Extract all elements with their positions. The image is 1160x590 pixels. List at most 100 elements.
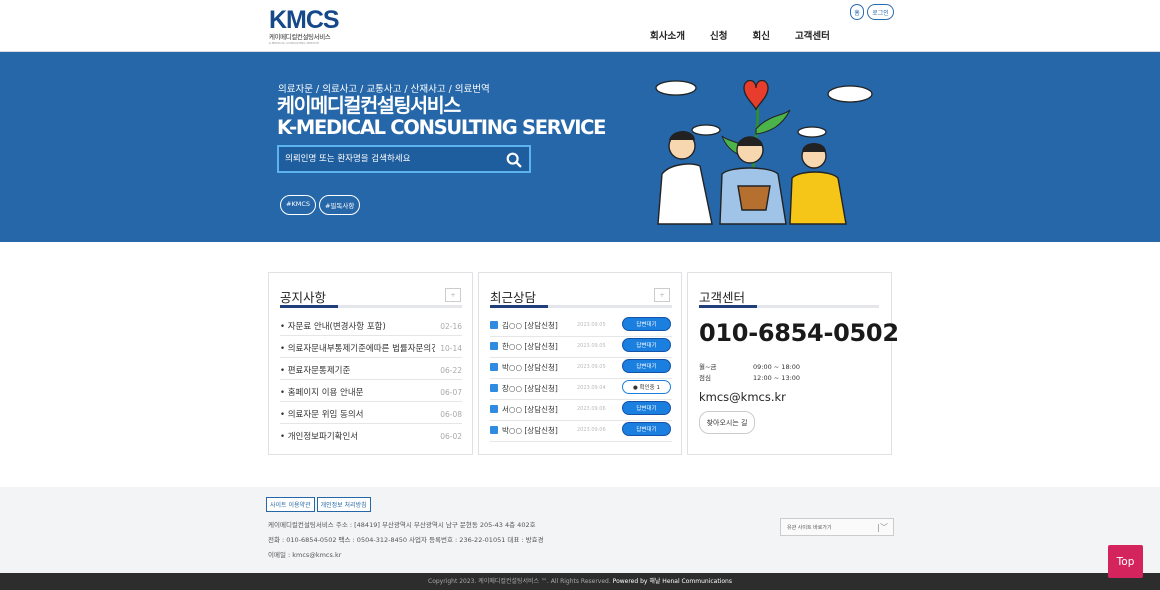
consult-status-badge: ● 확인중 1	[622, 380, 671, 394]
search-icon[interactable]	[505, 151, 523, 169]
footer-email: 이메일 : kmcs@kmcs.kr	[268, 551, 342, 559]
notice-row[interactable]: • 홈페이지 이용 안내문 06-07	[280, 380, 462, 402]
powered-by: Powered by 해날 Henal Communications	[612, 578, 732, 585]
lock-icon	[490, 405, 498, 413]
footer-info: 케이메디컬컨설팅서비스 주소 : [48419] 부산광역시 부산광역시 남구 …	[268, 518, 544, 563]
support-email[interactable]: kmcs@kmcs.kr	[699, 390, 786, 404]
consult-row[interactable]: 박○○ [상담신청] 2023.09.06 답변대기	[490, 421, 672, 442]
consult-name: 박○○ [상담신청]	[502, 426, 558, 435]
notice-row-title: • 의료자문내부통제기준에따른 법률자문의견서	[280, 344, 435, 354]
footer-links: 사이트 이용약관 개인정보 처리방침	[266, 497, 371, 512]
consult-date: 2023.09.06	[577, 427, 606, 433]
logo[interactable]: KMCS 케이메디컬컨설팅서비스 K-MEDICAL CONSULTING SE…	[269, 7, 359, 47]
search-input[interactable]	[285, 152, 485, 166]
consult-name: 장○○ [상담신청]	[502, 384, 558, 393]
notice-row-date: 02-16	[440, 322, 462, 331]
consult-row[interactable]: 서○○ [상담신청] 2023.09.06 답변대기	[490, 400, 672, 421]
notice-row-date: 06-22	[440, 366, 462, 375]
consult-status-badge: 답변대기	[622, 401, 671, 415]
consult-name: 서○○ [상담신청]	[502, 405, 558, 414]
consult-name: 김○○ [상담신청]	[502, 321, 558, 330]
login-button[interactable]: 로그인	[867, 4, 894, 20]
tag-kmcs[interactable]: #KMCS	[280, 195, 316, 215]
consult-title-underline	[490, 305, 672, 308]
consult-row[interactable]: 김○○ [상담신청] 2023.09.05 답변대기	[490, 316, 672, 337]
footer-contact: 전화 : 010-6854-0502 팩스 : 0504-312-8450 사업…	[268, 536, 544, 544]
notice-title: 공지사항	[280, 290, 327, 305]
tag-notice[interactable]: #필독사항	[318, 195, 361, 215]
consult-date: 2023.09.06	[577, 406, 606, 412]
search-box	[277, 145, 531, 173]
notice-row-date: 06-02	[440, 432, 462, 441]
notice-row[interactable]: • 의료자문 위임 동의서 06-08	[280, 402, 462, 424]
nav-apply[interactable]: 신청	[710, 28, 727, 42]
lock-icon	[490, 384, 498, 392]
support-title-underline	[699, 305, 879, 308]
consult-date: 2023.09.04	[577, 385, 606, 391]
hero-title-en: K-MEDICAL CONSULTING SERVICE	[277, 116, 607, 139]
consult-row[interactable]: 장○○ [상담신청] 2023.09.04 ● 확인중 1	[490, 379, 672, 400]
support-title: 고객센터	[699, 290, 746, 305]
hero-tags: #KMCS #필독사항	[280, 195, 361, 215]
consult-date: 2023.09.05	[577, 343, 606, 349]
logo-sub: 케이메디컬컨설팅서비스	[269, 33, 331, 41]
notice-row-title: • 의료자문 위임 동의서	[280, 410, 364, 420]
related-sites-select[interactable]: 유관 사이트 바로가기 |﹀	[780, 518, 894, 536]
consult-more-button[interactable]: +	[654, 288, 670, 302]
nav-reply[interactable]: 회신	[752, 28, 769, 42]
hero-subtitle: 의료자문 / 의료사고 / 교통사고 / 산재사고 / 의료번역	[278, 84, 490, 95]
nav-support[interactable]: 고객센터	[795, 28, 830, 42]
consult-panel: 최근상담 + 김○○ [상담신청] 2023.09.05 답변대기 한○○ [상담신…	[478, 272, 682, 455]
notice-row-title: • 자문료 안내(변경사항 포함)	[280, 322, 386, 332]
notice-row[interactable]: • 편료자문통제기준 06-22	[280, 358, 462, 380]
consult-row[interactable]: 박○○ [상담신청] 2023.09.05 답변대기	[490, 358, 672, 379]
privacy-link[interactable]: 개인정보 처리방침	[316, 497, 371, 512]
notice-row[interactable]: • 의료자문내부통제기준에따른 법률자문의견서 10-14	[280, 336, 462, 358]
consult-date: 2023.09.05	[577, 322, 606, 328]
support-hours: 월~금 09:00 ~ 18:00 점심 12:00 ~ 13:00	[699, 362, 800, 384]
hours-value-lunch: 12:00 ~ 13:00	[753, 374, 801, 382]
copyright-text: Copyright 2023. 케이메디컬컨설팅서비스 ™. All Right…	[428, 578, 613, 585]
notice-row-date: 10-14	[440, 344, 462, 353]
lock-icon	[490, 342, 498, 350]
consult-status-badge: 답변대기	[622, 359, 671, 373]
site-header: KMCS 케이메디컬컨설팅서비스 K-MEDICAL CONSULTING SE…	[0, 0, 1160, 52]
chevron-down-icon: |﹀	[877, 523, 888, 532]
notice-row-date: 06-08	[440, 410, 462, 419]
notice-panel: 공지사항 + • 자문료 안내(변경사항 포함) 02-16 • 의료자문내부통제…	[268, 272, 473, 455]
home-button[interactable]: 홈	[850, 4, 864, 20]
support-phone[interactable]: 010-6854-0502	[699, 319, 899, 347]
lock-icon	[490, 363, 498, 371]
consult-status-badge: 답변대기	[622, 422, 671, 436]
notice-row-title: • 홈페이지 이용 안내문	[280, 388, 364, 398]
consult-name: 한○○ [상담신청]	[502, 342, 558, 351]
notice-more-button[interactable]: +	[445, 288, 461, 302]
terms-link[interactable]: 사이트 이용약관	[266, 497, 315, 512]
hero-title-kr: 케이메디컬컨설팅서비스	[277, 94, 461, 117]
nav-about[interactable]: 회사소개	[650, 28, 685, 42]
support-panel: 고객센터 010-6854-0502 월~금 09:00 ~ 18:00 점심 12…	[687, 272, 899, 455]
copyright-bar: Copyright 2023. 케이메디컬컨설팅서비스 ™. All Right…	[0, 573, 1160, 590]
logo-main: KMCS	[269, 6, 340, 34]
hours-value-weekday: 09:00 ~ 18:00	[753, 363, 801, 371]
doctors-plant-illustration	[655, 79, 873, 225]
hours-label-lunch: 점심	[699, 374, 711, 382]
related-sites-label: 유관 사이트 바로가기	[787, 525, 832, 531]
hero-title: 케이메디컬컨설팅서비스 K-MEDICAL CONSULTING SERVICE	[277, 94, 607, 139]
top-buttons: 홈 로그인	[850, 4, 894, 20]
consult-status-badge: 답변대기	[622, 317, 671, 331]
lock-icon	[490, 321, 498, 329]
directions-button[interactable]: 찾아오시는 길	[699, 411, 755, 434]
site-footer: 사이트 이용약관 개인정보 처리방침 케이메디컬컨설팅서비스 주소 : [484…	[0, 487, 1160, 573]
consult-row[interactable]: 한○○ [상담신청] 2023.09.05 답변대기	[490, 337, 672, 358]
lock-icon	[490, 426, 498, 434]
notice-row[interactable]: • 자문료 안내(변경사항 포함) 02-16	[280, 314, 462, 336]
main-nav: 회사소개 신청 회신 고객센터	[650, 28, 855, 42]
notice-row-title: • 편료자문통제기준	[280, 366, 351, 376]
consult-title: 최근상담	[490, 290, 537, 305]
logo-tag: K-MEDICAL CONSULTING SERVICE	[269, 41, 320, 45]
consult-date: 2023.09.05	[577, 364, 606, 370]
notice-row[interactable]: • 개인정보파기확인서 06-02	[280, 424, 462, 446]
scroll-top-button[interactable]: Top	[1108, 545, 1143, 578]
consult-name: 박○○ [상담신청]	[502, 363, 558, 372]
